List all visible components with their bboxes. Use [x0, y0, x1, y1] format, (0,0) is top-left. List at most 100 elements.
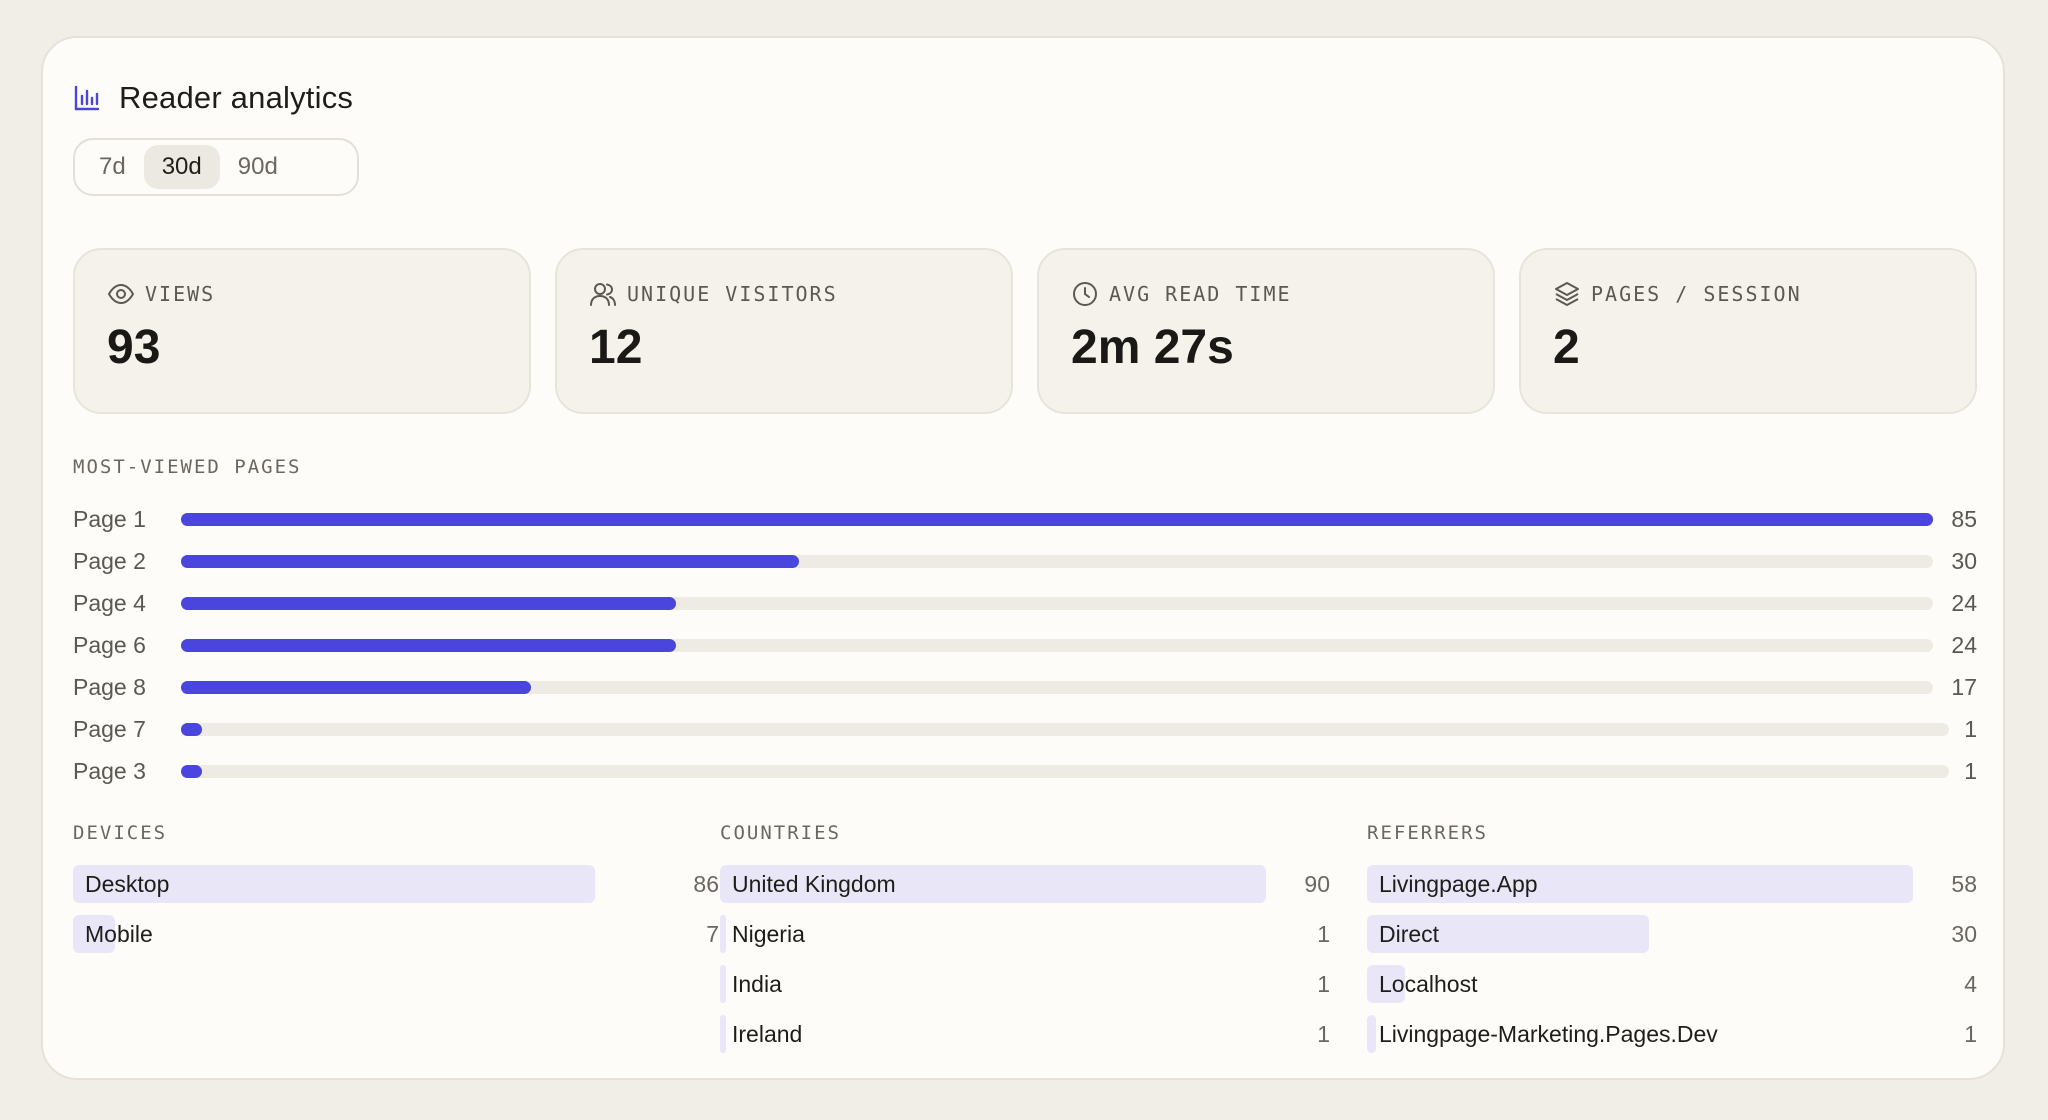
bar-track	[181, 597, 1933, 610]
devices-item-count: 7	[706, 921, 719, 947]
devices-item-name: Mobile	[85, 921, 153, 947]
referrers-item-count: 4	[1964, 971, 1977, 997]
devices-section: DEVICES Desktop 86 Mobile 7	[73, 822, 719, 962]
devices-item-name: Desktop	[85, 871, 170, 897]
stat-card-pages-per-session: PAGES / SESSION 2	[1519, 248, 1977, 414]
referrers-list-item: Direct 30	[1367, 912, 1977, 962]
stat-value: 93	[107, 321, 161, 374]
devices-heading: DEVICES	[73, 822, 168, 844]
countries-item-count: 1	[1317, 921, 1330, 947]
page-bar-row: Page 2 30	[73, 540, 1977, 582]
bar-track	[181, 723, 1949, 736]
bar-chart-icon	[73, 83, 103, 113]
most-viewed-pages-heading: MOST-VIEWED PAGES	[73, 456, 302, 478]
page-name: Page 7	[73, 716, 146, 742]
page-view-count: 85	[1951, 506, 1977, 532]
stat-label: UNIQUE VISITORS	[627, 282, 838, 306]
countries-item-count: 1	[1317, 1021, 1330, 1047]
countries-item-name: United Kingdom	[732, 871, 896, 897]
bar-fill	[181, 681, 532, 694]
share-bar	[1367, 1015, 1377, 1053]
eye-icon	[107, 283, 135, 305]
page-view-count: 17	[1951, 674, 1977, 700]
stats-row: VIEWS 93 UNIQUE VISITORS 12 AVG READ TIM…	[73, 248, 1977, 414]
bar-track	[181, 555, 1933, 568]
stat-label: VIEWS	[145, 282, 216, 306]
countries-item-count: 1	[1317, 971, 1330, 997]
card-header: Reader analytics	[73, 76, 353, 120]
page-bar-row: Page 4 24	[73, 582, 1977, 624]
bar-track	[181, 639, 1933, 652]
countries-list-item: India 1	[720, 962, 1330, 1012]
bar-track	[181, 513, 1933, 526]
users-icon	[590, 283, 616, 306]
referrers-list-item: Livingpage.App 58	[1367, 862, 1977, 912]
page-bar-row: Page 1 85	[73, 498, 1977, 540]
countries-list-item: Nigeria 1	[720, 912, 1330, 962]
stat-card-unique-visitors: UNIQUE VISITORS 12	[555, 248, 1013, 414]
bar-fill	[181, 555, 800, 568]
devices-list-item: Mobile 7	[73, 912, 719, 962]
page-name: Page 3	[73, 758, 146, 784]
clock-icon	[1073, 282, 1097, 306]
devices-item-count: 86	[693, 871, 719, 897]
stat-card-avg-read-time: AVG READ TIME 2m 27s	[1037, 248, 1495, 414]
page-view-count: 24	[1951, 632, 1977, 658]
referrers-item-name: Livingpage.App	[1379, 871, 1538, 897]
share-bar	[720, 915, 727, 953]
countries-list-item: Ireland 1	[720, 1012, 1330, 1062]
stat-label: PAGES / SESSION	[1591, 282, 1802, 306]
range-7d-tab[interactable]: 7d	[81, 145, 144, 189]
countries-heading: COUNTRIES	[720, 822, 841, 844]
countries-list-item: United Kingdom 90	[720, 862, 1330, 912]
referrers-item-count: 1	[1964, 1021, 1977, 1047]
reader-analytics-card: Reader analytics 7d 30d 90d VIEWS 93 UNI…	[41, 36, 2005, 1080]
page-name: Page 2	[73, 548, 146, 574]
share-bar	[720, 965, 727, 1003]
bar-fill	[181, 765, 202, 778]
page-view-count: 1	[1964, 758, 1977, 784]
page-title: Reader analytics	[119, 80, 354, 115]
referrers-item-count: 30	[1951, 921, 1977, 947]
bar-track	[181, 681, 1933, 694]
page-view-count: 30	[1951, 548, 1977, 574]
referrers-item-name: Livingpage-Marketing.Pages.Dev	[1379, 1021, 1718, 1047]
stat-card-views: VIEWS 93	[73, 248, 531, 414]
most-viewed-pages-chart: Page 1 85 Page 2 30 Page 4 24 Page 6 24 Page 8 17…	[73, 498, 1977, 792]
page-bar-row: Page 7 1	[73, 708, 1977, 750]
page-view-count: 1	[1964, 716, 1977, 742]
countries-item-name: Nigeria	[732, 921, 805, 947]
page-bar-row: Page 3 1	[73, 750, 1977, 792]
range-90d-tab[interactable]: 90d	[220, 145, 296, 189]
share-bar	[720, 1015, 727, 1053]
bar-fill	[181, 513, 1933, 526]
stat-value: 2	[1553, 321, 1580, 374]
countries-item-name: Ireland	[732, 1021, 803, 1047]
layers-icon	[1555, 282, 1579, 306]
referrers-list-item: Livingpage-Marketing.Pages.Dev 1	[1367, 1012, 1977, 1062]
page-name: Page 6	[73, 632, 146, 658]
referrers-item-name: Localhost	[1379, 971, 1478, 997]
referrers-section: REFERRERS Livingpage.App 58 Direct 30 Localh…	[1367, 822, 1977, 1062]
page-name: Page 4	[73, 590, 146, 616]
countries-item-count: 90	[1304, 871, 1330, 897]
bar-fill	[181, 639, 676, 652]
referrers-item-count: 58	[1951, 871, 1977, 897]
referrers-heading: REFERRERS	[1367, 822, 1488, 844]
referrers-item-name: Direct	[1379, 921, 1440, 947]
devices-list-item: Desktop 86	[73, 862, 719, 912]
range-30d-tab[interactable]: 30d	[143, 145, 220, 189]
stat-value: 12	[589, 321, 643, 374]
page-name: Page 8	[73, 674, 146, 700]
page-view-count: 24	[1951, 590, 1977, 616]
page-bar-row: Page 6 24	[73, 624, 1977, 666]
stat-label: AVG READ TIME	[1109, 282, 1292, 306]
stat-value: 2m 27s	[1071, 321, 1234, 374]
bar-track	[181, 765, 1949, 778]
bar-fill	[181, 597, 676, 610]
referrers-list-item: Localhost 4	[1367, 962, 1977, 1012]
page-name: Page 1	[73, 506, 146, 532]
countries-section: COUNTRIES United Kingdom 90 Nigeria 1 India 1…	[720, 822, 1330, 1062]
page-bar-row: Page 8 17	[73, 666, 1977, 708]
countries-item-name: India	[732, 971, 782, 997]
